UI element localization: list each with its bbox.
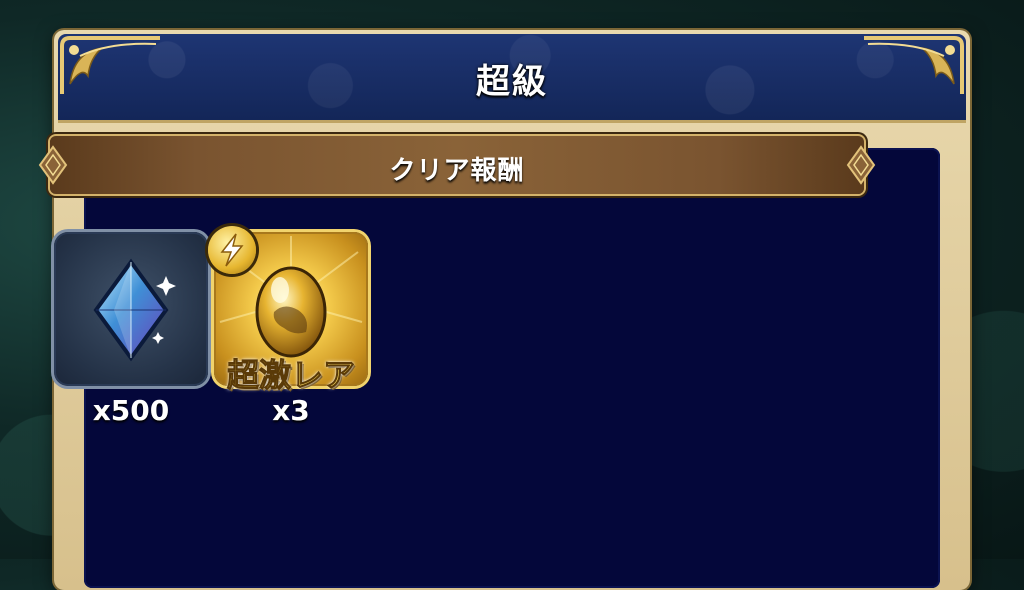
reward-item-uber-rare-capsule[interactable]: 超激レア x3	[208, 226, 368, 427]
panel-header: 超級	[58, 34, 966, 123]
clear-reward-label: クリア報酬	[389, 156, 525, 186]
reward-quantity: x3	[272, 394, 310, 427]
lightning-badge-icon	[208, 226, 256, 274]
reward-quantity: x500	[92, 394, 170, 427]
difficulty-title: 超級	[476, 62, 548, 102]
reward-tile[interactable]: 超激レア	[208, 226, 368, 395]
reward-tile[interactable]	[54, 232, 208, 386]
reward-content-area	[84, 148, 940, 588]
reward-item-cat-food[interactable]: x500	[54, 232, 208, 427]
blue-crystal-icon	[93, 258, 176, 362]
clear-reward-banner: クリア報酬	[38, 136, 876, 194]
uber-rare-label: 超激レア	[226, 356, 355, 395]
